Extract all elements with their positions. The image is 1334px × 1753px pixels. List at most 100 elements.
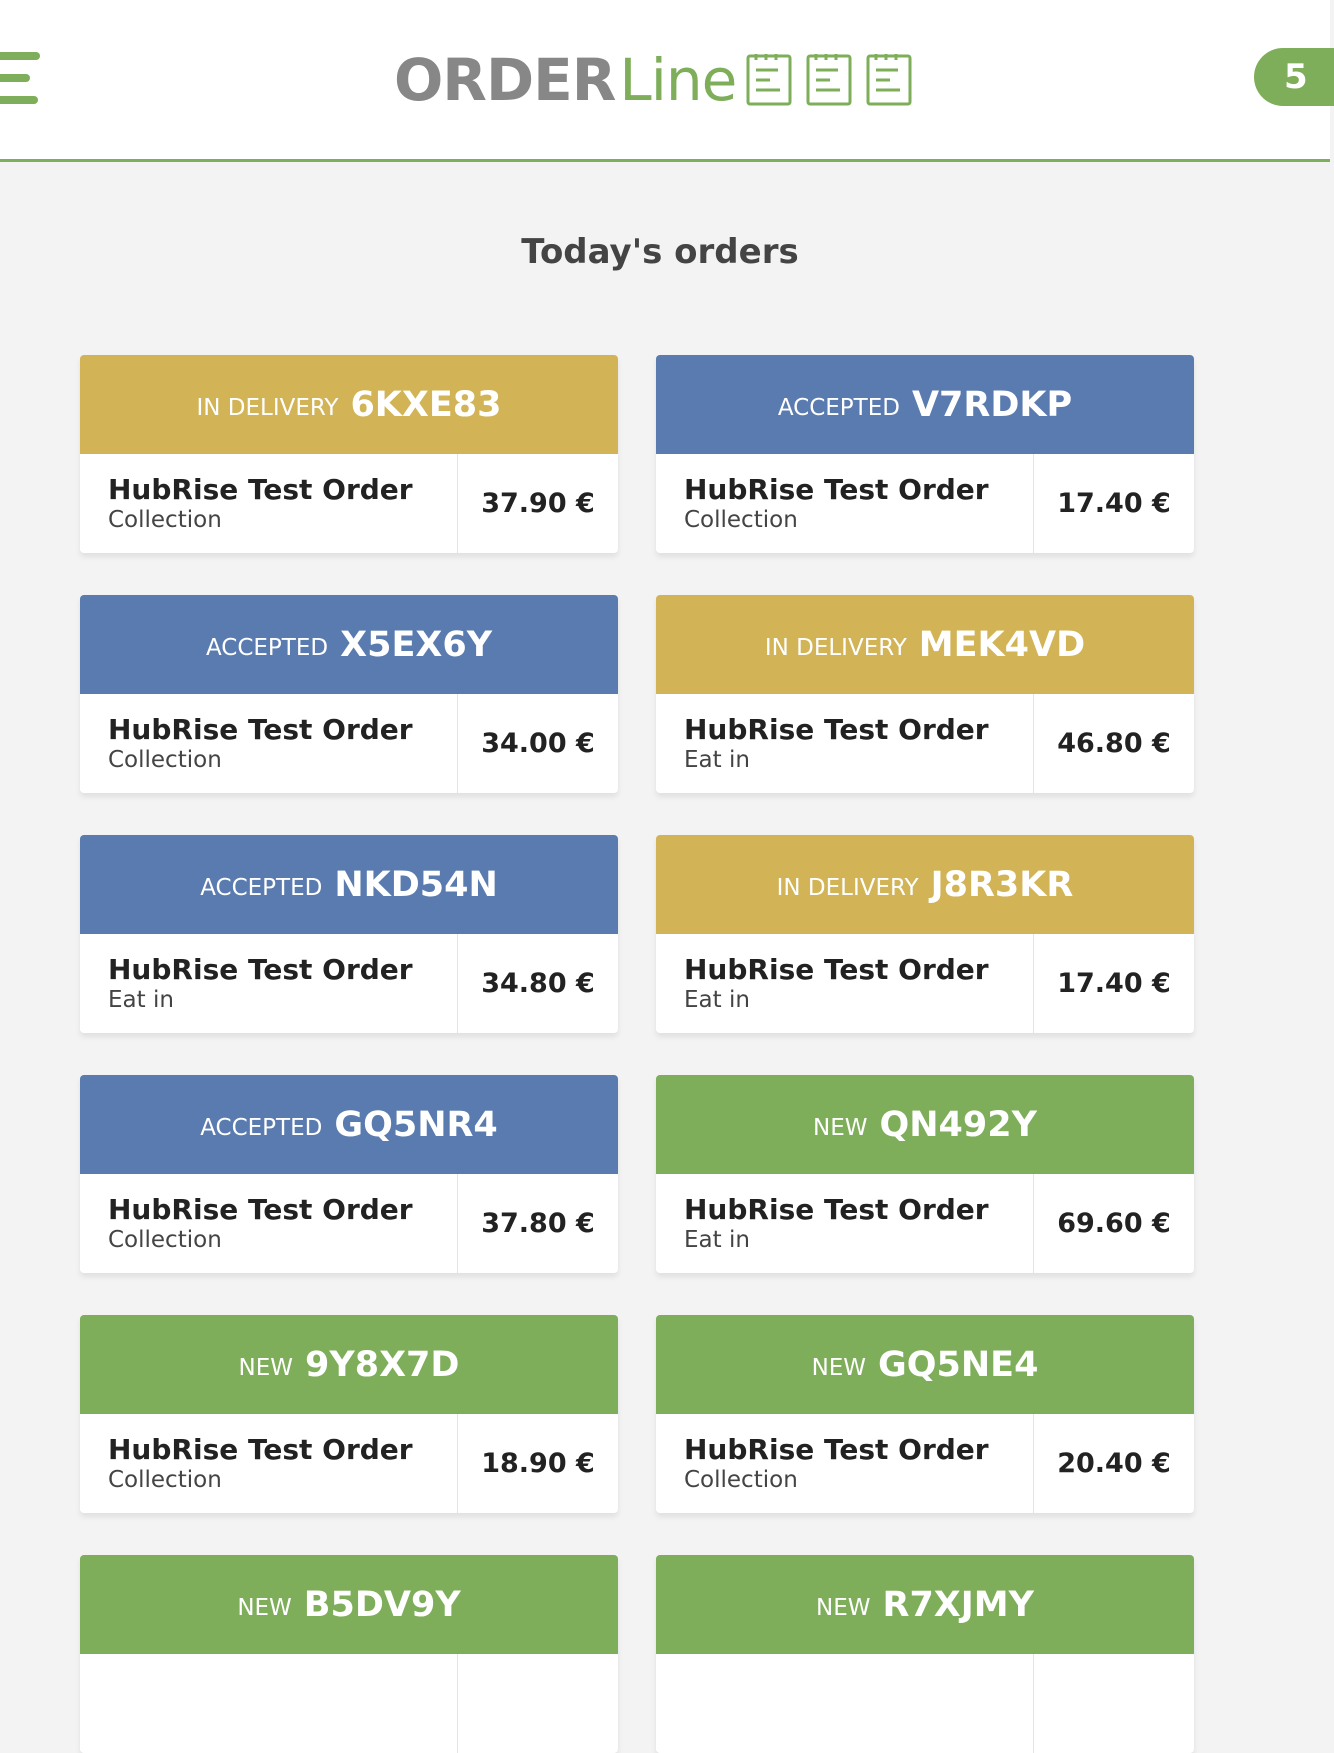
order-code: QN492Y <box>879 1104 1037 1145</box>
order-price <box>458 1654 618 1753</box>
order-info: HubRise Test Order Eat in <box>656 934 1034 1033</box>
order-type: Eat in <box>108 986 174 1013</box>
order-status: NEW <box>816 1594 871 1621</box>
order-code: 6KXE83 <box>350 384 502 425</box>
order-card-header: NEW GQ5NE4 <box>656 1315 1194 1414</box>
order-code: NKD54N <box>334 864 498 905</box>
order-card-header: ACCEPTED X5EX6Y <box>80 595 618 694</box>
order-info: HubRise Test Order Collection <box>656 1414 1034 1513</box>
order-card-header: IN DELIVERY J8R3KR <box>656 835 1194 934</box>
order-card-header: ACCEPTED V7RDKP <box>656 355 1194 454</box>
order-card-6kxe83[interactable]: IN DELIVERY 6KXE83 HubRise Test Order Co… <box>80 355 618 553</box>
order-status: NEW <box>238 1354 294 1381</box>
order-info <box>80 1654 458 1753</box>
order-code: 9Y8X7D <box>305 1344 460 1385</box>
order-price: 18.90 € <box>481 1448 595 1479</box>
order-name: HubRise Test Order <box>108 952 413 986</box>
order-card-nkd54n[interactable]: ACCEPTED NKD54N HubRise Test Order Eat i… <box>80 835 618 1033</box>
logo-line-text: Line <box>619 46 737 114</box>
order-card-mek4vd[interactable]: IN DELIVERY MEK4VD HubRise Test Order Ea… <box>656 595 1194 793</box>
order-card-header: IN DELIVERY MEK4VD <box>656 595 1194 694</box>
order-code: B5DV9Y <box>303 1584 461 1625</box>
order-card-gq5nr4[interactable]: ACCEPTED GQ5NR4 HubRise Test Order Colle… <box>80 1075 618 1273</box>
order-price <box>1034 1654 1194 1753</box>
order-code: V7RDKP <box>911 384 1073 425</box>
order-card-b5dv9y[interactable]: NEW B5DV9Y <box>80 1555 618 1753</box>
order-name: HubRise Test Order <box>108 472 413 506</box>
app-header: ORDER Line 5 <box>0 0 1334 162</box>
order-card-x5ex6y[interactable]: ACCEPTED X5EX6Y HubRise Test Order Colle… <box>80 595 618 793</box>
order-card-body: HubRise Test Order Eat in 17.40 € <box>656 934 1194 1033</box>
order-card-body: HubRise Test Order Collection 17.40 € <box>656 454 1194 553</box>
order-info: HubRise Test Order Collection <box>80 694 458 793</box>
order-price: 37.80 € <box>481 1208 595 1239</box>
order-status: IN DELIVERY <box>776 874 919 901</box>
orderline-logo: ORDER Line <box>394 40 922 120</box>
order-card-header: IN DELIVERY 6KXE83 <box>80 355 618 454</box>
order-price: 17.40 € <box>1057 968 1171 999</box>
order-card-9y8x7d[interactable]: NEW 9Y8X7D HubRise Test Order Collection… <box>80 1315 618 1513</box>
order-price: 34.00 € <box>481 728 595 759</box>
order-status: ACCEPTED <box>205 634 329 661</box>
order-card-body: HubRise Test Order Collection 37.80 € <box>80 1174 618 1273</box>
order-type: Eat in <box>684 986 750 1013</box>
order-type: Collection <box>108 506 222 533</box>
order-card-header: NEW 9Y8X7D <box>80 1315 618 1414</box>
order-card-body: HubRise Test Order Collection 37.90 € <box>80 454 618 553</box>
order-card-j8r3kr[interactable]: IN DELIVERY J8R3KR HubRise Test Order Ea… <box>656 835 1194 1033</box>
order-card-body <box>80 1654 618 1753</box>
order-status: ACCEPTED <box>200 1114 323 1141</box>
order-info: HubRise Test Order Collection <box>80 454 458 553</box>
order-type: Collection <box>108 1226 222 1253</box>
order-info <box>656 1654 1034 1753</box>
order-card-header: NEW B5DV9Y <box>80 1555 618 1654</box>
order-status: IN DELIVERY <box>196 394 339 421</box>
order-name: HubRise Test Order <box>108 1432 413 1466</box>
order-status: NEW <box>813 1114 868 1141</box>
order-price: 34.80 € <box>481 968 595 999</box>
order-card-header: ACCEPTED GQ5NR4 <box>80 1075 618 1174</box>
order-card-body: HubRise Test Order Collection 34.00 € <box>80 694 618 793</box>
order-info: HubRise Test Order Eat in <box>80 934 458 1033</box>
order-info: HubRise Test Order Eat in <box>656 1174 1034 1273</box>
order-code: MEK4VD <box>918 624 1086 665</box>
order-status: ACCEPTED <box>777 394 900 421</box>
order-card-header: NEW R7XJMY <box>656 1555 1194 1654</box>
order-card-header: ACCEPTED NKD54N <box>80 835 618 934</box>
order-price: 37.90 € <box>481 488 595 519</box>
order-info: HubRise Test Order Collection <box>80 1414 458 1513</box>
order-card-body: HubRise Test Order Eat in 46.80 € <box>656 694 1194 793</box>
order-card-v7rdkp[interactable]: ACCEPTED V7RDKP HubRise Test Order Colle… <box>656 355 1194 553</box>
order-type: Collection <box>684 1466 798 1493</box>
order-status: NEW <box>811 1354 867 1381</box>
order-name: HubRise Test Order <box>684 1432 989 1466</box>
logo-order-text: ORDER <box>394 46 616 114</box>
order-name: HubRise Test Order <box>684 472 989 506</box>
order-name: HubRise Test Order <box>108 1192 413 1226</box>
new-orders-count-badge[interactable]: 5 <box>1254 48 1334 106</box>
menu-icon[interactable] <box>0 52 40 108</box>
order-code: GQ5NE4 <box>878 1344 1039 1385</box>
order-code: GQ5NR4 <box>334 1104 498 1145</box>
order-type: Eat in <box>684 746 750 773</box>
order-code: J8R3KR <box>930 864 1074 905</box>
order-card-body <box>656 1654 1194 1753</box>
order-status: IN DELIVERY <box>764 634 907 661</box>
order-info: HubRise Test Order Collection <box>80 1174 458 1273</box>
order-type: Collection <box>684 506 798 533</box>
order-price: 20.40 € <box>1057 1448 1171 1479</box>
order-code: X5EX6Y <box>340 624 493 665</box>
page-title: Today's orders <box>521 232 799 272</box>
order-name: HubRise Test Order <box>684 1192 989 1226</box>
order-name: HubRise Test Order <box>108 712 413 746</box>
order-type: Collection <box>108 746 222 773</box>
order-code: R7XJMY <box>882 1584 1034 1625</box>
order-card-qn492y[interactable]: NEW QN492Y HubRise Test Order Eat in 69.… <box>656 1075 1194 1273</box>
order-status: ACCEPTED <box>200 874 323 901</box>
order-info: HubRise Test Order Collection <box>656 454 1034 553</box>
order-type: Collection <box>108 1466 222 1493</box>
order-info: HubRise Test Order Eat in <box>656 694 1034 793</box>
order-card-gq5ne4[interactable]: NEW GQ5NE4 HubRise Test Order Collection… <box>656 1315 1194 1513</box>
order-price: 17.40 € <box>1057 488 1171 519</box>
order-card-r7xjmy[interactable]: NEW R7XJMY <box>656 1555 1194 1753</box>
